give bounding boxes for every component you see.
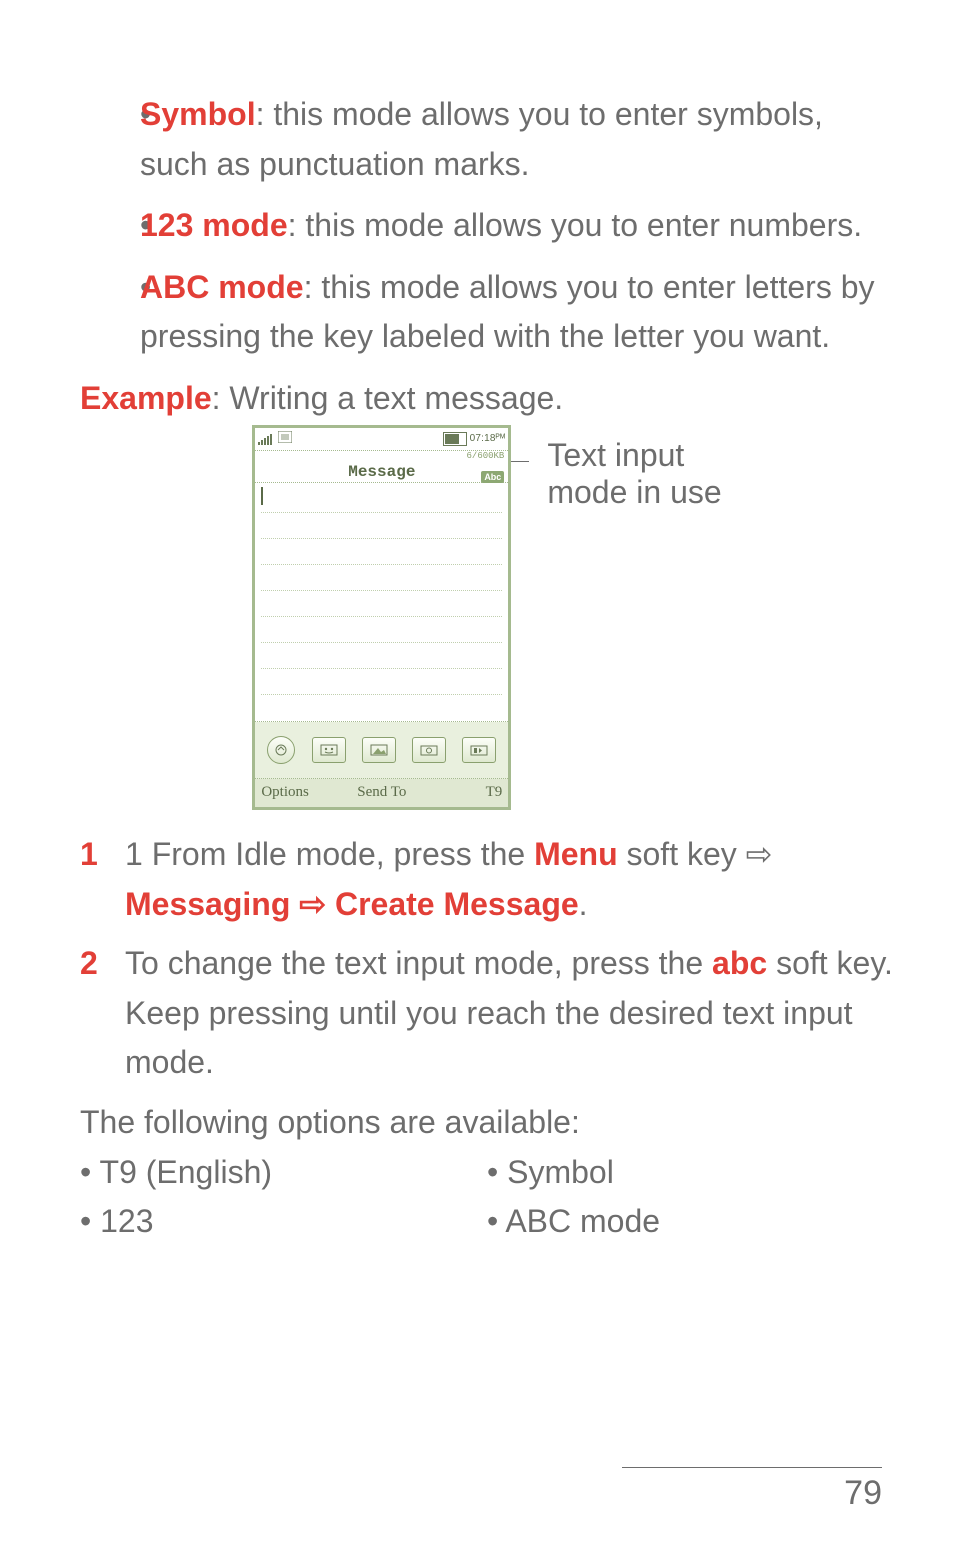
text-cursor — [261, 487, 263, 505]
image-icon — [362, 737, 396, 763]
step1-period: . — [579, 886, 588, 922]
signal-icon — [258, 433, 274, 445]
emoticon-icon — [312, 737, 346, 763]
bullet-dot: • — [80, 90, 140, 189]
attachment-icon — [267, 736, 295, 764]
phone-char-count: 6/600KB — [467, 451, 505, 461]
phone-softkey-left: Options — [261, 784, 341, 801]
phone-softkey-center: Send To — [342, 784, 422, 801]
step1-menu: Menu — [534, 836, 618, 872]
status-time: 07:18ᴾᴹ — [470, 433, 506, 444]
battery-icon — [443, 432, 467, 446]
example-text: : Writing a text message. — [212, 380, 564, 416]
bullet-text: : this mode allows you to enter numbers. — [288, 207, 863, 243]
step2-text-prefix: To change the text input mode, press the — [125, 945, 712, 981]
step2-line2: Keep pressing until you reach the desire… — [125, 989, 894, 1088]
option-abc-mode: • ABC mode — [487, 1197, 894, 1247]
arrow-icon: ⇨ — [290, 886, 335, 922]
figure-caption-line2: mode in use — [547, 474, 721, 511]
audio-icon — [462, 737, 496, 763]
step1-after-menu: soft key — [618, 836, 746, 872]
phone-mode-badge: Abc — [481, 471, 504, 483]
page-number-rule — [622, 1467, 882, 1468]
callout-line — [511, 461, 529, 462]
option-t9: • T9 (English) — [80, 1148, 487, 1198]
example-label: Example — [80, 380, 212, 416]
option-symbol: • Symbol — [487, 1148, 894, 1198]
bullet-dot: • — [80, 263, 140, 362]
figure-caption-line1: Text input — [547, 437, 721, 474]
bullet-term-123: 123 mode — [140, 207, 288, 243]
step1-text: 1 From Idle mode, press the — [125, 836, 534, 872]
bullet-term-abc: ABC mode — [140, 269, 304, 305]
step-number-1: 1 — [80, 830, 125, 929]
bullet-term-symbol: Symbol — [140, 96, 256, 132]
camera-icon — [412, 737, 446, 763]
step-number-2: 2 — [80, 939, 125, 1088]
step2-text-suffix: soft key. — [767, 945, 893, 981]
page-number: 79 — [622, 1474, 882, 1513]
phone-title: Message — [348, 463, 415, 481]
step1-create: Create Message — [335, 886, 579, 922]
bullet-dot: • — [80, 201, 140, 251]
phone-softkey-right: T9 — [422, 784, 502, 801]
step1-messaging: Messaging — [125, 886, 290, 922]
phone-mock: 07:18ᴾᴹ Message 6/600KB Abc — [252, 425, 511, 810]
option-123: • 123 — [80, 1197, 487, 1247]
options-intro: The following options are available: — [80, 1098, 894, 1148]
card-icon — [278, 430, 292, 448]
step2-abc: abc — [712, 945, 767, 981]
arrow-icon: ⇨ — [746, 830, 773, 880]
